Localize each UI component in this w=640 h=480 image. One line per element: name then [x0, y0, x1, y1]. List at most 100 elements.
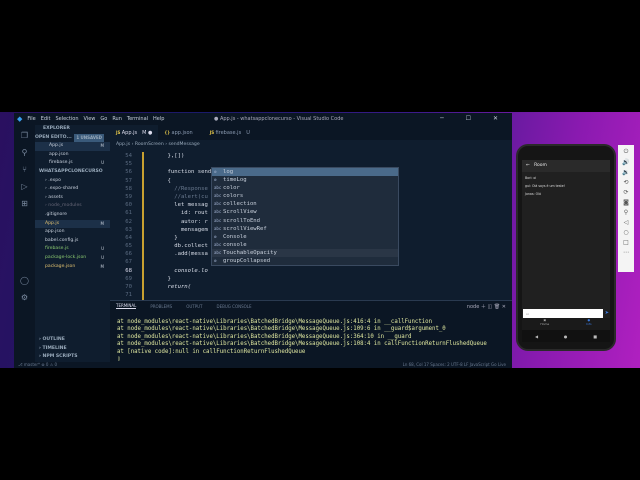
sidebar-section[interactable]: › NPM SCRIPTS: [35, 353, 110, 362]
explorer-icon[interactable]: ❐: [21, 131, 28, 140]
message: Jonas: Olá: [525, 192, 541, 196]
message-input[interactable]: oi: [523, 309, 603, 318]
volume-up-icon[interactable]: 🔊: [622, 159, 629, 166]
menu-view[interactable]: View: [84, 116, 96, 122]
file-tree-item[interactable]: App.js M: [35, 219, 110, 229]
run-debug-icon[interactable]: ▷: [21, 182, 27, 191]
split-icon[interactable]: ◫: [488, 304, 493, 310]
file-tree-item[interactable]: › assets: [35, 194, 110, 203]
open-file[interactable]: App.js M: [35, 142, 110, 151]
overview-icon[interactable]: □: [623, 239, 629, 246]
more-icon[interactable]: ⋯: [623, 249, 629, 256]
terminal-output[interactable]: at node_modules\react-native\Libraries\B…: [110, 311, 512, 363]
back-arrow-icon[interactable]: ←: [526, 163, 530, 168]
file-tree-item[interactable]: package.json M: [35, 263, 110, 272]
sidebar-section[interactable]: › TIMELINE: [35, 345, 110, 354]
recents-icon[interactable]: ■: [593, 334, 597, 339]
window-controls[interactable]: ─ ☐ ✕: [440, 115, 508, 122]
activity-bar: ❐ ⚲ ⑂ ▷ ⊞ ◯ ⚙: [14, 125, 35, 362]
file-tree-item[interactable]: › node_modules: [35, 202, 110, 211]
file-tree-item[interactable]: firebase.js U: [35, 245, 110, 254]
file-tree-item[interactable]: babel.config.js: [35, 237, 110, 246]
back-icon[interactable]: ◁: [624, 219, 629, 226]
close-panel-icon[interactable]: ✕: [502, 304, 506, 310]
file-tree-item[interactable]: › .expo-shared: [35, 185, 110, 194]
breadcrumb[interactable]: App.js › RoomScreen › sendMessage: [110, 140, 512, 150]
open-file[interactable]: app.json: [35, 151, 110, 160]
extensions-icon[interactable]: ⊞: [21, 199, 28, 208]
tab-label: App.js: [121, 130, 138, 136]
suggestion-item[interactable]: abc ScrollView: [212, 208, 398, 216]
account-icon[interactable]: ◯: [20, 276, 29, 285]
status-right[interactable]: Ln 68, Col 17 Spaces: 2 UTF-8 LF JavaScr…: [403, 362, 506, 368]
suggestion-item[interactable]: abc scrollViewRef: [212, 225, 398, 233]
status-left[interactable]: ⎇ master* ⊗ 0 ⚠ 0: [18, 362, 57, 367]
nav-info[interactable]: ● Info: [586, 318, 592, 330]
panel-tab-output[interactable]: OUTPUT: [186, 304, 202, 309]
menu-terminal[interactable]: Terminal: [127, 116, 148, 122]
volume-down-icon[interactable]: 🔉: [622, 169, 629, 176]
zoom-icon[interactable]: ⚲: [624, 209, 628, 216]
suggestion-item[interactable]: ⚙ log: [212, 168, 398, 177]
power-icon[interactable]: ⏻: [624, 148, 629, 156]
panel-tab-debug-console[interactable]: DEBUG CONSOLE: [217, 304, 252, 309]
sidebar-section[interactable]: › OUTLINE: [35, 336, 110, 345]
menu-run[interactable]: Run: [112, 116, 122, 122]
suggestion-item[interactable]: abc console: [212, 241, 398, 249]
file-tree-item[interactable]: .gitignore: [35, 211, 110, 220]
nav-home[interactable]: ▣ Home: [540, 318, 549, 330]
tab-App-js[interactable]: JS App.js M ●: [110, 125, 159, 140]
suggestion-item[interactable]: abc TouchableOpacity: [212, 248, 398, 258]
line-number: 62: [125, 218, 132, 225]
text-icon: abc: [214, 217, 222, 223]
file-name: › assets: [45, 194, 63, 200]
code-line: 70 return(: [110, 283, 512, 291]
menu-go[interactable]: Go: [100, 116, 107, 122]
suggestion-item[interactable]: abc color: [212, 184, 398, 192]
trash-icon[interactable]: 🗑: [494, 304, 500, 310]
suggestion-item[interactable]: ⚙ Console: [212, 233, 398, 241]
tab-firebase-js[interactable]: JS firebase.js U: [204, 125, 256, 140]
menu-selection[interactable]: Selection: [55, 116, 78, 122]
menu-file[interactable]: File: [27, 116, 35, 122]
menu-help[interactable]: Help: [153, 116, 164, 122]
search-icon[interactable]: ⚲: [22, 148, 28, 157]
camera-icon[interactable]: ◙: [623, 199, 629, 206]
home-icon[interactable]: ●: [564, 334, 568, 339]
line-number: 71: [125, 292, 132, 299]
menu-edit[interactable]: Edit: [41, 116, 51, 122]
file-tree-item[interactable]: › .expo: [35, 177, 110, 186]
file-status: U: [101, 160, 104, 166]
suggestion-item[interactable]: abc collection: [212, 200, 398, 208]
settings-gear-icon[interactable]: ⚙: [21, 293, 28, 302]
nav-home-label: Home: [540, 322, 550, 326]
code-text: autor: r: [154, 218, 208, 225]
suggestion-item[interactable]: ⚙ groupCollapsed: [212, 257, 398, 265]
suggestion-item[interactable]: abc colors: [212, 192, 398, 200]
suggestion-item[interactable]: abc scrollToEnd: [212, 217, 398, 225]
project-section[interactable]: WHATSAPPCLONECURSO: [35, 168, 110, 177]
panel-tab-terminal[interactable]: TERMINAL: [116, 303, 137, 309]
file-name: package-lock.json: [45, 254, 87, 260]
send-icon[interactable]: ➤: [605, 310, 609, 316]
rotate-left-icon[interactable]: ⟲: [623, 179, 628, 186]
panel-tab-problems[interactable]: PROBLEMS: [150, 304, 172, 309]
suggestion-item[interactable]: ⚙ timeLog: [212, 176, 398, 184]
terminal-actions: node ＋ ◫ 🗑 ✕: [467, 303, 506, 310]
open-file[interactable]: firebase.js U: [35, 159, 110, 168]
phone-screen: ← Room Bori: oi gui: Olá soys é um teste…: [522, 160, 610, 342]
home-icon[interactable]: ○: [623, 229, 628, 236]
rotate-right-icon[interactable]: ⟳: [623, 189, 628, 196]
line-number: 70: [125, 284, 132, 290]
file-tree-item[interactable]: package-lock.json U: [35, 254, 110, 263]
code-line: 71: [110, 291, 512, 299]
line-number: 61: [125, 210, 132, 217]
file-tree-item[interactable]: app.json: [35, 228, 110, 237]
terminal-shell-select[interactable]: node: [467, 304, 479, 310]
add-terminal-icon[interactable]: ＋: [481, 304, 486, 310]
source-control-icon[interactable]: ⑂: [22, 165, 27, 174]
status-bar: ⎇ master* ⊗ 0 ⚠ 0 Ln 68, Col 17 Spaces: …: [14, 362, 512, 368]
open-editors-section[interactable]: OPEN EDITO... 1 UNSAVED: [35, 133, 110, 143]
tab-app-json[interactable]: {} app.json: [158, 125, 203, 140]
back-icon[interactable]: ◀: [535, 334, 538, 339]
